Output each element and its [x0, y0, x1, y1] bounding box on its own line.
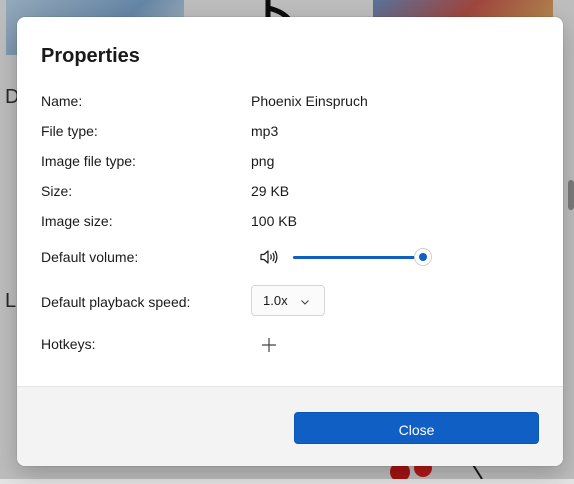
close-button[interactable]: Close	[294, 412, 539, 444]
playback-speed-dropdown[interactable]: 1.0x	[251, 285, 325, 316]
properties-dialog: Properties Name: Phoenix Einspruch File …	[17, 17, 563, 466]
speaker-icon[interactable]	[259, 249, 279, 265]
dialog-title: Properties	[41, 45, 140, 67]
name-label: Name:	[41, 93, 83, 109]
volume-slider-thumb[interactable]	[415, 249, 431, 265]
playback-speed-value: 1.0x	[263, 293, 288, 308]
name-value: Phoenix Einspruch	[251, 93, 368, 109]
size-label: Size:	[41, 183, 73, 199]
image-size-value: 100 KB	[251, 213, 297, 229]
image-file-type-value: png	[251, 153, 275, 169]
playback-speed-label: Default playback speed:	[41, 294, 191, 310]
volume-slider[interactable]	[293, 249, 431, 265]
file-type-label: File type:	[41, 123, 98, 139]
chevron-down-icon	[299, 295, 311, 307]
dialog-footer: Close	[17, 386, 563, 466]
image-size-label: Image size:	[41, 213, 113, 229]
volume-slider-fill	[293, 256, 423, 259]
image-file-type-label: Image file type:	[41, 153, 136, 169]
plus-icon[interactable]	[260, 336, 278, 354]
file-type-value: mp3	[251, 123, 279, 139]
size-value: 29 KB	[251, 183, 290, 199]
default-volume-label: Default volume:	[41, 249, 139, 265]
hotkeys-label: Hotkeys:	[41, 336, 96, 352]
